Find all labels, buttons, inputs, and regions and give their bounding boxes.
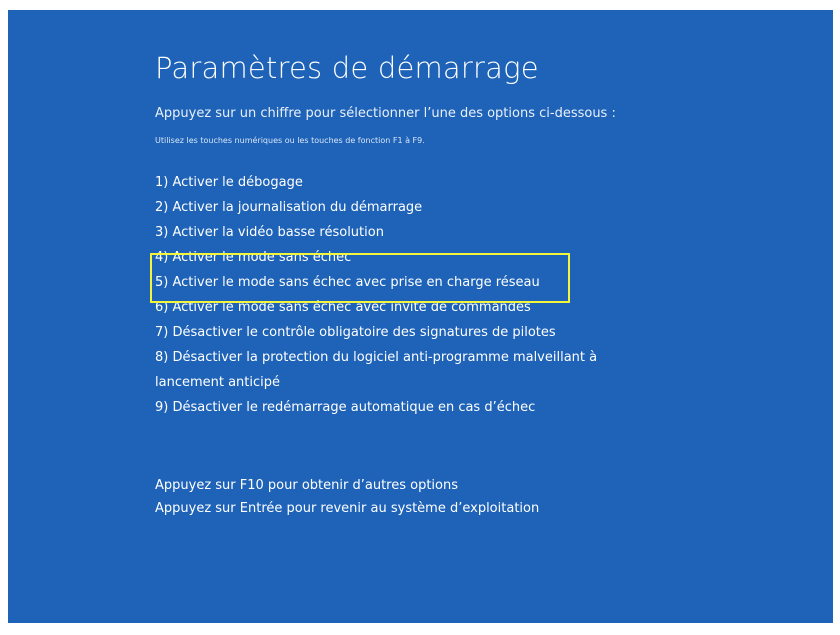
startup-options-list: 1) Activer le débogage 2) Activer la jou…: [155, 170, 635, 420]
page-title: Paramètres de démarrage: [155, 51, 539, 85]
instruction-text: Appuyez sur un chiffre pour sélectionner…: [155, 106, 616, 121]
option-enable-safe-mode-command-prompt[interactable]: 6) Activer le mode sans échec avec invit…: [155, 295, 635, 320]
option-disable-automatic-restart[interactable]: 9) Désactiver le redémarrage automatique…: [155, 395, 635, 420]
option-enable-safe-mode-networking[interactable]: 5) Activer le mode sans échec avec prise…: [155, 270, 635, 295]
option-disable-driver-signature-enforcement[interactable]: 7) Désactiver le contrôle obligatoire de…: [155, 320, 635, 345]
option-enable-boot-logging[interactable]: 2) Activer la journalisation du démarrag…: [155, 195, 635, 220]
option-enable-safe-mode[interactable]: 4) Activer le mode sans échec: [155, 245, 635, 270]
startup-settings-screen: Paramètres de démarrage Appuyez sur un c…: [8, 10, 833, 623]
option-enable-low-resolution-video[interactable]: 3) Activer la vidéo basse résolution: [155, 220, 635, 245]
startup-settings-content: Paramètres de démarrage Appuyez sur un c…: [150, 48, 635, 520]
return-to-os-prompt[interactable]: Appuyez sur Entrée pour revenir au systè…: [155, 497, 635, 520]
option-disable-early-launch-antimalware[interactable]: 8) Désactiver la protection du logiciel …: [155, 345, 635, 395]
footer: Appuyez sur F10 pour obtenir d’autres op…: [155, 474, 635, 520]
option-enable-debugging[interactable]: 1) Activer le débogage: [155, 170, 635, 195]
more-options-prompt[interactable]: Appuyez sur F10 pour obtenir d’autres op…: [155, 474, 635, 497]
function-keys-hint: Utilisez les touches numériques ou les t…: [155, 136, 425, 145]
